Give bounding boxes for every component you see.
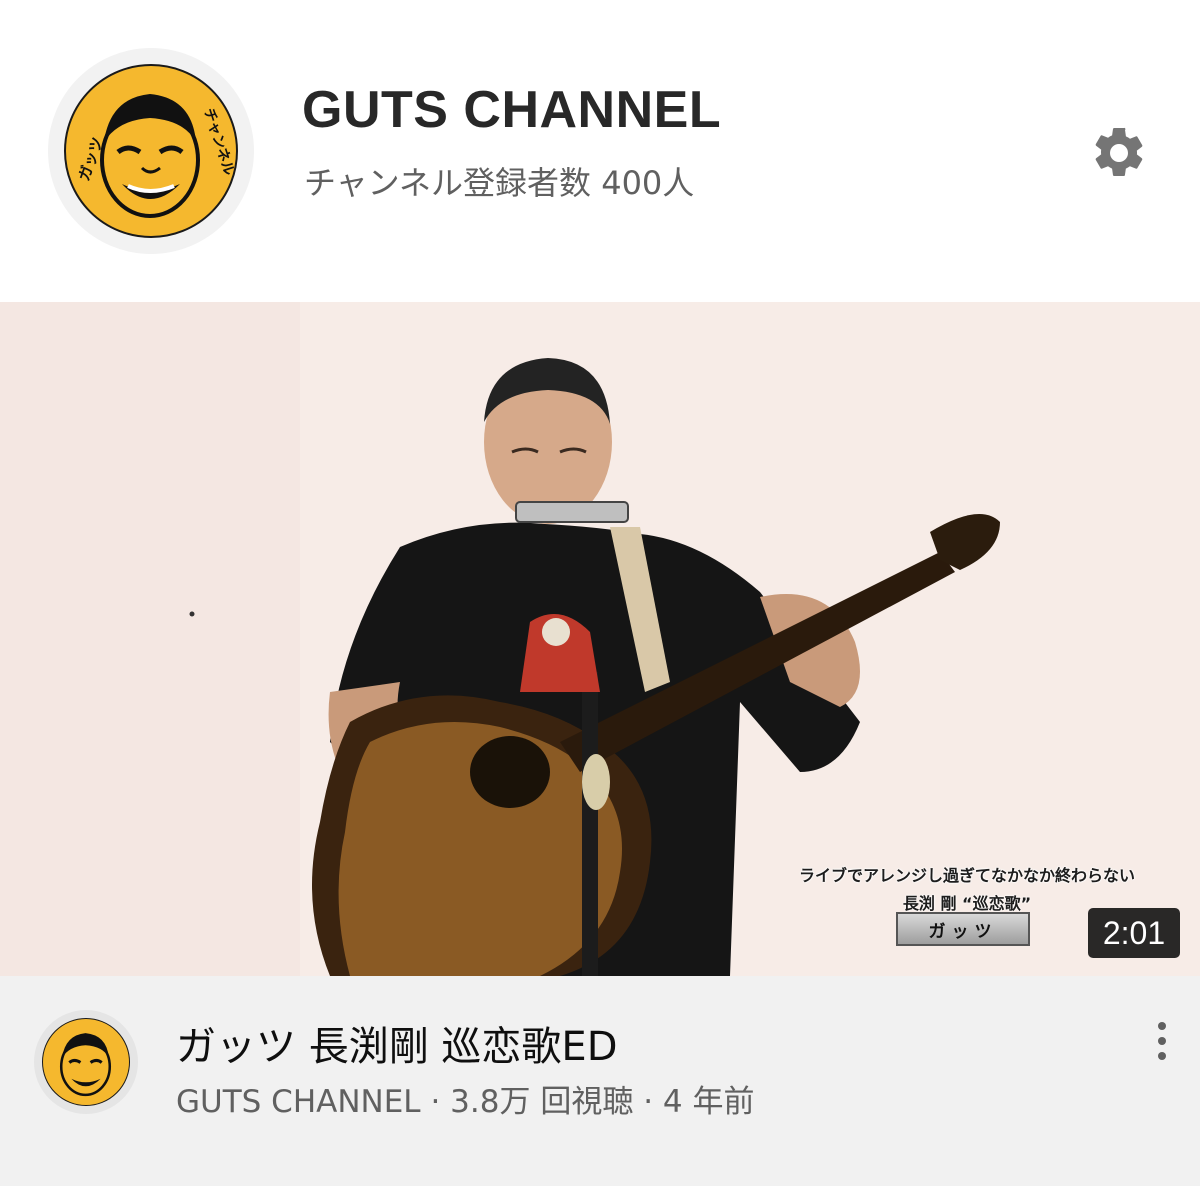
duration-badge: 2:01 [1088,908,1180,958]
channel-avatar[interactable]: ガッツ チャンネル [48,48,254,254]
subscriber-count: チャンネル登録者数 400人 [304,164,695,202]
settings-button[interactable] [1084,118,1154,188]
gear-icon [1095,127,1143,176]
caption-song: 長渕 剛 “巡恋歌” [902,894,1032,913]
upload-age: 4 年前 [662,1084,755,1120]
more-vert-icon [1158,1022,1166,1060]
separator: · [430,1084,441,1120]
video-channel-name[interactable]: GUTS CHANNEL [176,1084,421,1120]
caption-overlay: ライブでアレンジし過ぎてなかなか終わらない 長渕 剛 “巡恋歌” [772,862,1162,914]
channel-header: ガッツ チャンネル GUTS CHANNEL チャンネル登録者数 400人 [0,0,1200,302]
video-channel-avatar[interactable] [34,1010,138,1114]
video-title[interactable]: ガッツ 長渕剛 巡恋歌ED [176,1014,618,1072]
view-count: 3.8万 回視聴 [450,1084,634,1120]
more-options-button[interactable] [1140,1012,1184,1070]
page: ガッツ チャンネル GUTS CHANNEL チャンネル登録者数 400人 2:… [0,0,1200,1186]
channel-logo: ガッツ チャンネル [64,64,238,238]
channel-name: GUTS CHANNEL [302,81,722,139]
caption-tag: ガッツ [896,912,1030,946]
channel-logo [42,1018,130,1106]
separator: · [643,1084,654,1120]
video-subline: GUTS CHANNEL · 3.8万 回視聴 · 4 年前 [176,1076,754,1121]
caption-line: ライブでアレンジし過ぎてなかなか終わらない [798,866,1135,885]
